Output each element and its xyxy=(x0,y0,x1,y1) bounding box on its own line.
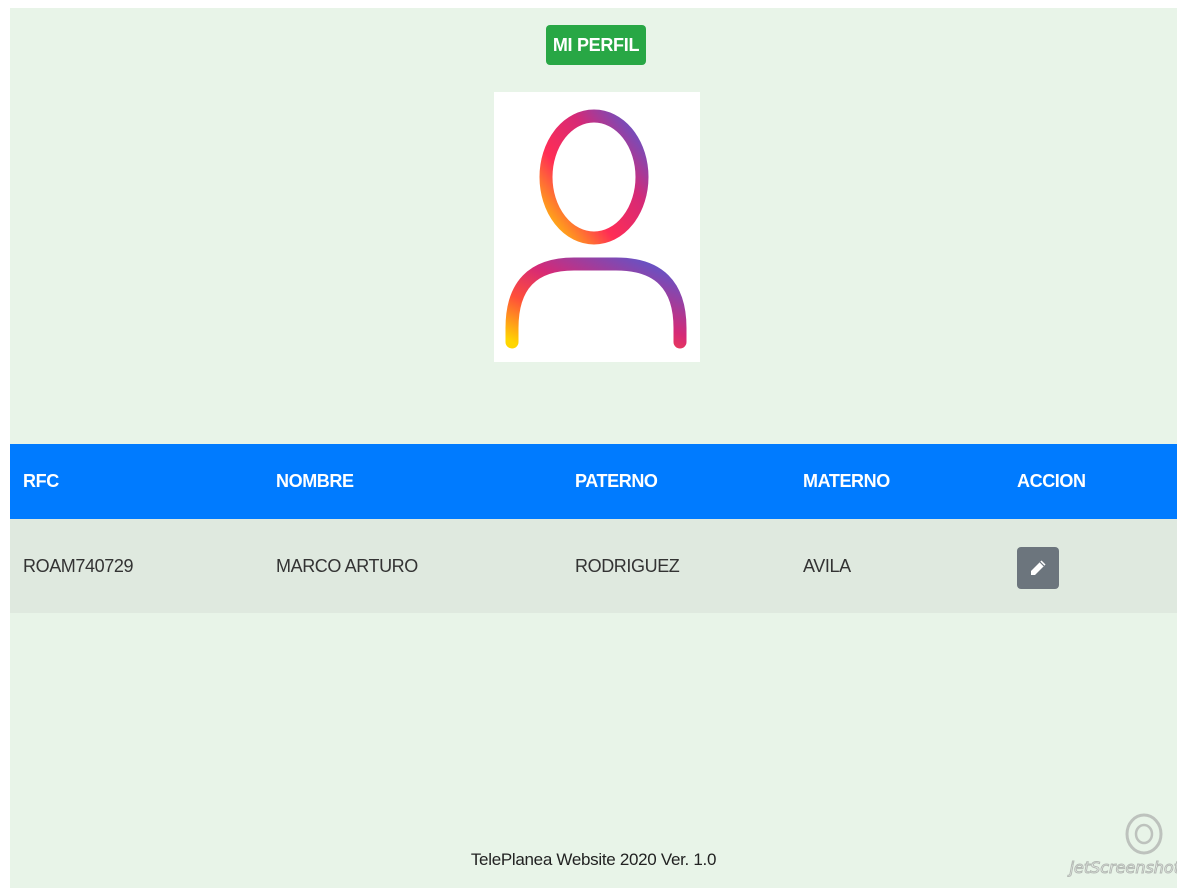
watermark-logo: jetScreenshot xyxy=(1068,808,1177,888)
header-accion: ACCION xyxy=(1017,471,1086,491)
cell-rfc: ROAM740729 xyxy=(23,556,134,576)
profile-page: MI PERFIL RFC NOMBRE PATERNO MATERNO ACC… xyxy=(10,8,1177,888)
header-materno: MATERNO xyxy=(803,471,890,491)
header-paterno: PATERNO xyxy=(575,471,658,491)
page-title-badge: MI PERFIL xyxy=(546,25,646,65)
camera-lens-icon xyxy=(1125,813,1163,855)
user-icon xyxy=(505,109,687,349)
header-nombre: NOMBRE xyxy=(276,471,354,491)
avatar xyxy=(494,92,700,362)
watermark-text: jetScreenshot xyxy=(1069,858,1177,878)
cell-paterno: RODRIGUEZ xyxy=(575,556,680,576)
edit-button[interactable] xyxy=(1017,547,1059,589)
table-header: RFC NOMBRE PATERNO MATERNO ACCION xyxy=(10,444,1177,519)
pencil-icon xyxy=(1031,560,1046,575)
profile-table: RFC NOMBRE PATERNO MATERNO ACCION ROAM74… xyxy=(10,444,1177,613)
header-rfc: RFC xyxy=(23,471,59,491)
cell-nombre: MARCO ARTURO xyxy=(276,556,418,576)
table-row: ROAM740729 MARCO ARTURO RODRIGUEZ AVILA xyxy=(10,519,1177,613)
cell-materno: AVILA xyxy=(803,556,851,576)
footer-text: TelePlanea Website 2020 Ver. 1.0 xyxy=(470,850,717,869)
